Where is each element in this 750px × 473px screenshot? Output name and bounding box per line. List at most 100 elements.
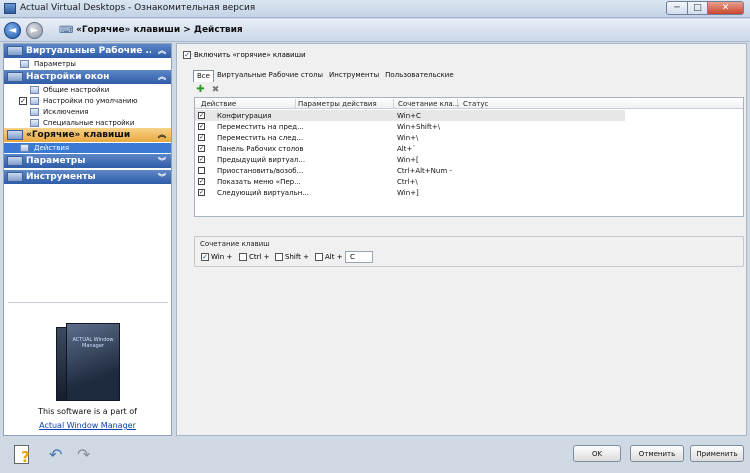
table-row[interactable]: ✓ Панель Рабочих столов Alt+`: [195, 143, 625, 154]
tab-custom[interactable]: Пользовательские: [382, 70, 456, 82]
cancel-button[interactable]: Отменить: [630, 445, 684, 462]
sidebar-item-parameters[interactable]: Параметры: [4, 59, 171, 69]
product-link[interactable]: Actual Window Manager: [4, 421, 171, 430]
app-icon: [4, 3, 16, 14]
row-checkbox[interactable]: ✓: [198, 178, 205, 185]
settings-icon: [20, 60, 29, 68]
sidebar-item-actions[interactable]: Действия: [4, 143, 171, 153]
ok-button[interactable]: OK: [573, 445, 621, 462]
maximize-button[interactable]: □: [688, 1, 708, 15]
table-row[interactable]: ✓ Показать меню «Пер... Ctrl+\: [195, 176, 625, 187]
forward-button[interactable]: ►: [26, 22, 43, 39]
navigation-bar: ◄ ► ⌨ «Горячие» клавиши > Действия: [0, 19, 750, 42]
row-hotkey: Ctrl+Alt+Num -: [397, 167, 452, 175]
tab-virtual-desktops[interactable]: Виртуальные Рабочие столы: [214, 70, 326, 82]
sidebar-item-label: Исключения: [43, 108, 89, 116]
sidebar-group-parameters[interactable]: Параметры ︾: [4, 154, 171, 168]
table-row[interactable]: Приостановить/возоб... Ctrl+Alt+Num -: [195, 165, 625, 176]
column-separator[interactable]: [295, 99, 296, 108]
sidebar-item-default-settings[interactable]: ✓ Настройки по умолчанию: [4, 96, 171, 106]
table-header: Действие Параметры действия Сочетание кл…: [195, 98, 743, 109]
sidebar-item-label: Параметры: [34, 60, 76, 68]
column-header-action[interactable]: Действие: [201, 100, 236, 108]
row-checkbox[interactable]: ✓: [198, 134, 205, 141]
box-brand: ACTUAL Window Manager: [72, 337, 114, 349]
help-icon[interactable]: ?: [14, 445, 34, 466]
row-action: Приостановить/возоб...: [217, 167, 304, 175]
table-row[interactable]: ✓ Следующий виртуальн... Win+]: [195, 187, 625, 198]
sidebar-item-special-settings[interactable]: Специальные настройки: [4, 118, 171, 128]
sidebar-group-hotkeys[interactable]: «Горячие» клавиши ︽: [4, 128, 171, 142]
sidebar-divider: [8, 302, 168, 303]
column-separator[interactable]: [393, 99, 394, 108]
row-action: Переместить на след...: [217, 134, 304, 142]
parameters-icon: [7, 156, 23, 166]
chevron-up-icon[interactable]: ︽: [158, 129, 166, 140]
undo-icon[interactable]: ↶: [49, 445, 69, 465]
chevron-down-icon[interactable]: ︾: [158, 156, 166, 167]
row-checkbox[interactable]: ✓: [198, 145, 205, 152]
box-front: [66, 323, 120, 401]
redo-icon[interactable]: ↷: [77, 445, 97, 465]
row-checkbox[interactable]: ✓: [198, 189, 205, 196]
desktops-icon: [7, 46, 23, 56]
row-checkbox[interactable]: ✓: [198, 112, 205, 119]
row-hotkey: Alt+`: [397, 145, 416, 153]
column-separator[interactable]: [457, 99, 458, 108]
modifier-shift[interactable]: Shift +: [275, 253, 309, 263]
question-mark: ?: [21, 448, 30, 466]
row-checkbox[interactable]: ✓: [198, 156, 205, 163]
table-row[interactable]: ✓ Предыдущий виртуал... Win+[: [195, 154, 625, 165]
sidebar-item-general-settings[interactable]: Общие настройки: [4, 85, 171, 95]
alt-checkbox[interactable]: [315, 253, 323, 261]
default-settings-checkbox[interactable]: ✓: [19, 97, 27, 105]
column-header-status[interactable]: Статус: [463, 100, 488, 108]
row-checkbox[interactable]: [198, 167, 205, 174]
shift-label: Shift +: [285, 253, 310, 261]
ctrl-checkbox[interactable]: [239, 253, 247, 261]
sidebar-group-tools[interactable]: Инструменты ︾: [4, 170, 171, 184]
close-button[interactable]: ✕: [708, 1, 744, 15]
add-action-button[interactable]: ✚: [195, 84, 206, 95]
actions-table: Действие Параметры действия Сочетание кл…: [194, 97, 744, 217]
tab-all[interactable]: Все: [193, 70, 214, 82]
shift-checkbox[interactable]: [275, 253, 283, 261]
table-row[interactable]: ✓ Переместить на пред... Win+Shift+\: [195, 121, 625, 132]
modifier-ctrl[interactable]: Ctrl +: [239, 253, 270, 263]
table-row[interactable]: ✓ Конфигурация Win+C: [195, 110, 625, 121]
window-icon: [30, 119, 39, 127]
table-row[interactable]: ✓ Переместить на след... Win+\: [195, 132, 625, 143]
row-action: Предыдущий виртуал...: [217, 156, 306, 164]
sidebar-item-label: Специальные настройки: [43, 119, 135, 127]
row-hotkey: Win+]: [397, 189, 419, 197]
chevron-up-icon[interactable]: ︽: [158, 45, 166, 56]
modifier-alt[interactable]: Alt +: [315, 253, 343, 263]
chevron-up-icon[interactable]: ︽: [158, 71, 166, 82]
main-panel: ✓ Включить «горячие» клавиши Все Виртуаль…: [176, 43, 747, 436]
column-header-hotkey[interactable]: Сочетание кла...: [398, 100, 459, 108]
row-hotkey: Ctrl+\: [397, 178, 418, 186]
key-input[interactable]: C: [345, 251, 373, 263]
column-header-parameters[interactable]: Параметры действия: [298, 100, 377, 108]
title-bar: Actual Virtual Desktops - Ознакомительна…: [0, 0, 750, 18]
delete-action-button[interactable]: ✖: [210, 84, 221, 95]
window-title: Actual Virtual Desktops - Ознакомительна…: [20, 3, 256, 13]
row-checkbox[interactable]: ✓: [198, 123, 205, 130]
software-note: This software is a part of: [38, 407, 137, 416]
enable-hotkeys-row[interactable]: ✓ Включить «горячие» клавиши: [183, 51, 306, 61]
chevron-down-icon[interactable]: ︾: [158, 172, 166, 183]
minimize-button[interactable]: ─: [666, 1, 688, 15]
exclusions-icon: [30, 108, 39, 116]
tab-tools[interactable]: Инструменты: [326, 70, 382, 82]
sidebar-item-label: Настройки по умолчанию: [43, 97, 138, 105]
apply-button[interactable]: Применить: [690, 445, 744, 462]
sidebar-group-window-settings[interactable]: Настройки окон ︽: [4, 70, 171, 84]
row-hotkey: Win+[: [397, 156, 419, 164]
back-button[interactable]: ◄: [4, 22, 21, 39]
enable-hotkeys-checkbox[interactable]: ✓: [183, 51, 191, 59]
modifier-win[interactable]: ✓ Win +: [201, 253, 232, 263]
win-checkbox[interactable]: ✓: [201, 253, 209, 261]
row-hotkey: Win+\: [397, 134, 419, 142]
sidebar-group-virtual-desktops[interactable]: Виртуальные Рабочие ... ︽: [4, 44, 171, 58]
sidebar-item-exclusions[interactable]: Исключения: [4, 107, 171, 117]
